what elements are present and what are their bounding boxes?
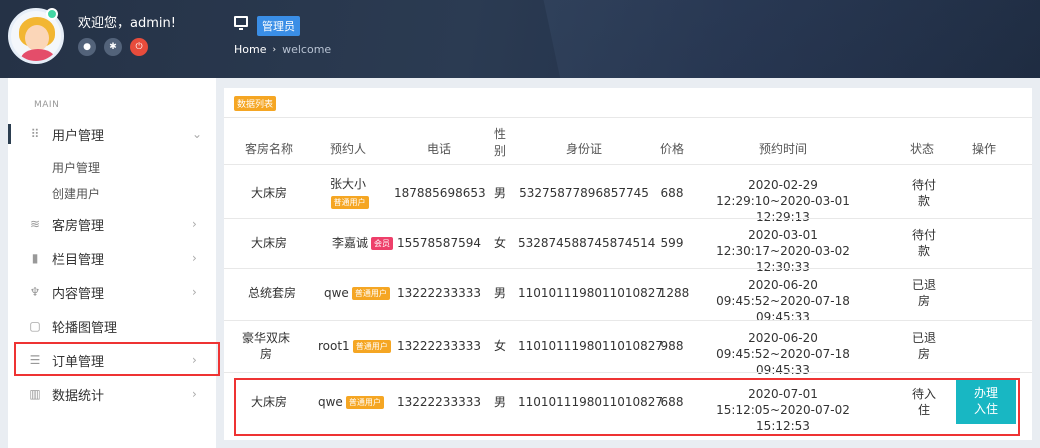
- user-type-badge: 普通用户: [330, 196, 369, 209]
- cell-status: 待付款: [912, 228, 937, 258]
- main-panel: 数据列表 客房名称 预约人 电话 性别 身份证 价格 预约时间 状态 操作 大床…: [224, 88, 1032, 440]
- booker-name: qwe: [324, 286, 349, 300]
- chevron-right-icon: ›: [192, 251, 197, 265]
- gear-icon[interactable]: ✱: [104, 38, 122, 56]
- cell-price: 688: [660, 186, 684, 200]
- sidebar-section-title: MAIN: [34, 100, 60, 110]
- cell-sex: 女: [493, 236, 506, 250]
- cell-booker: 李嘉诚 会员: [318, 235, 394, 251]
- cell-sex: 男: [493, 186, 506, 200]
- panel-tag: 数据列表: [234, 96, 277, 111]
- monitor-icon: [234, 16, 248, 30]
- rocket-icon: ♆: [29, 285, 41, 299]
- sidebar-subitem-user-management[interactable]: 用户管理: [52, 159, 100, 176]
- cell-time: 2020-06-20 09:45:52~2020-07-18 09:45:33: [716, 278, 850, 324]
- cell-phone: 15578587594: [397, 236, 481, 250]
- column-header-status[interactable]: 状态: [902, 141, 942, 157]
- welcome-text: 欢迎您，admin!: [78, 16, 176, 31]
- power-icon[interactable]: ⏻: [130, 38, 148, 56]
- chevron-right-icon: ›: [192, 217, 197, 231]
- cell-booker: qwe 普通用户: [318, 285, 394, 301]
- row-highlight: [234, 378, 1020, 436]
- cell-sex: 男: [493, 286, 506, 300]
- column-header-sex[interactable]: 性别: [492, 126, 508, 160]
- divider: [224, 218, 1032, 219]
- order-management-highlight: [14, 342, 220, 376]
- top-bar: 欢迎您，admin! ● ✱ ⏻ 管理员 Home › welcome: [0, 0, 1040, 78]
- cell-price: 988: [660, 339, 684, 353]
- sidebar-item-content-management[interactable]: ♆ 内容管理 ›: [8, 276, 216, 308]
- role-badge: 管理员: [257, 16, 300, 36]
- file-icon: ▮: [31, 251, 39, 265]
- sidebar-item-carousel-management[interactable]: ▢ 轮播图管理: [8, 310, 216, 342]
- divider: [224, 268, 1032, 269]
- sidebar-subitem-create-user[interactable]: 创建用户: [52, 185, 100, 202]
- sidebar-item-user-management[interactable]: ⠿ 用户管理 ⌄: [8, 118, 216, 150]
- cell-id: 53275877896857745: [519, 186, 649, 200]
- cell-phone: 187885698653: [394, 186, 486, 200]
- divider: [224, 164, 1032, 165]
- cell-booker: root1 普通用户: [318, 338, 394, 354]
- sidebar-item-label: 内容管理: [52, 286, 105, 302]
- cell-phone: 13222233333: [397, 286, 481, 300]
- breadcrumb-current: welcome: [282, 43, 332, 56]
- column-header-action[interactable]: 操作: [968, 141, 1000, 157]
- sidebar-item-label: 客房管理: [52, 218, 105, 234]
- cell-status: 待付款: [912, 178, 937, 208]
- column-header-id[interactable]: 身份证: [518, 141, 650, 157]
- sidebar-item-label: 数据统计: [52, 388, 105, 404]
- online-status-dot: [46, 8, 58, 20]
- sidebar-item-statistics[interactable]: ▥ 数据统计 ›: [8, 378, 216, 410]
- grid-icon: ⠿: [30, 127, 40, 141]
- chevron-right-icon: ›: [272, 44, 277, 55]
- cell-price: 599: [660, 236, 684, 250]
- cell-phone: 13222233333: [397, 339, 481, 353]
- divider: [224, 117, 1032, 118]
- sidebar-item-label: 轮播图管理: [52, 320, 118, 336]
- column-header-booker[interactable]: 预约人: [318, 141, 378, 157]
- cell-room: 总统套房: [247, 286, 296, 300]
- cell-booker: 张大小: [329, 177, 366, 191]
- cell-id: 532874588745874514: [518, 236, 656, 250]
- chevron-down-icon: ⌄: [192, 127, 203, 141]
- breadcrumb: Home › welcome: [234, 43, 331, 56]
- user-type-badge: 普通用户: [352, 340, 391, 353]
- column-header-phone[interactable]: 电话: [394, 141, 484, 157]
- user-type-badge: 会员: [371, 237, 394, 250]
- sidebar-item-label: 用户管理: [52, 128, 105, 144]
- cell-status: 已退房: [912, 331, 937, 361]
- sidebar-item-column-management[interactable]: ▮ 栏目管理 ›: [8, 242, 216, 274]
- chevron-right-icon: ›: [192, 285, 197, 299]
- column-header-room[interactable]: 客房名称: [242, 141, 296, 157]
- layers-icon: ≋: [29, 217, 41, 231]
- booker-name: root1: [318, 339, 350, 353]
- divider: [224, 372, 1032, 373]
- clipboard-icon: ▢: [29, 319, 41, 333]
- cell-sex: 女: [493, 339, 506, 353]
- column-header-time[interactable]: 预约时间: [710, 141, 856, 157]
- sidebar-item-room-management[interactable]: ≋ 客房管理 ›: [8, 208, 216, 240]
- cell-room: 大床房: [250, 186, 287, 200]
- user-type-badge: 普通用户: [351, 287, 390, 300]
- sidebar-item-label: 栏目管理: [52, 252, 105, 268]
- bar-chart-icon: ▥: [29, 387, 41, 401]
- column-header-price[interactable]: 价格: [656, 141, 688, 157]
- user-toolbar: ● ✱ ⏻: [78, 38, 148, 56]
- chevron-right-icon: ›: [192, 387, 197, 401]
- sidebar: MAIN ⠿ 用户管理 ⌄ 用户管理 创建用户 ≋ 客房管理 › ▮ 栏目管理 …: [8, 78, 216, 448]
- cell-price: 1288: [658, 286, 690, 300]
- cell-time: 2020-06-20 09:45:52~2020-07-18 09:45:33: [716, 331, 850, 377]
- breadcrumb-home[interactable]: Home: [234, 43, 266, 56]
- cell-id: 1101011198011010827: [518, 339, 664, 353]
- cell-id: 1101011198011010827: [518, 286, 664, 300]
- cell-status: 已退房: [912, 278, 937, 308]
- cell-room: 豪华双床房: [242, 331, 291, 361]
- booker-name: 李嘉诚: [332, 236, 369, 250]
- cell-room: 大床房: [250, 236, 287, 250]
- divider: [224, 320, 1032, 321]
- cell-badge: 普通用户: [318, 194, 378, 210]
- user-icon[interactable]: ●: [78, 38, 96, 56]
